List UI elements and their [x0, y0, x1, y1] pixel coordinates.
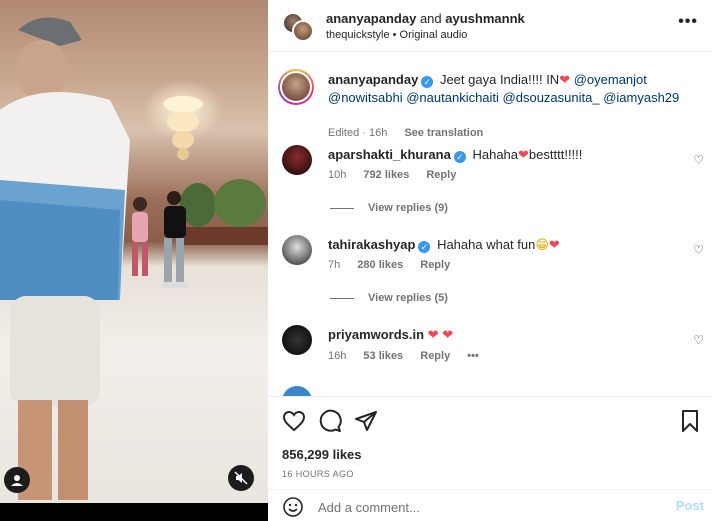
like-comment-icon[interactable]: ♡ — [693, 333, 704, 347]
comments-list[interactable]: ananyapanday ✓ Jeet gaya India!!!! IN❤ @o… — [268, 53, 712, 396]
caption-time: 16h — [368, 127, 388, 139]
like-comment-icon[interactable]: ♡ — [693, 243, 704, 257]
mute-icon[interactable] — [228, 465, 254, 491]
username-link[interactable]: aparshakti_khurana — [328, 147, 451, 162]
see-translation-link[interactable]: See translation — [404, 127, 483, 139]
avatar[interactable] — [282, 325, 312, 355]
username-link[interactable]: ananyapanday — [328, 72, 418, 87]
heart-emoji-icon: ❤ — [442, 327, 454, 342]
comment-item: priyamwords.in ❤ ❤ 16h 53 likes Reply ••… — [268, 325, 712, 375]
avatar[interactable] — [282, 145, 312, 175]
username-link[interactable]: priyamwords.in — [328, 327, 424, 342]
action-bar — [282, 409, 702, 435]
view-replies-button[interactable]: View replies (9) — [330, 202, 448, 214]
add-comment-bar: Post — [268, 489, 712, 521]
comment-text: tahirakashyap ✓ Hahaha what fun😁❤ — [328, 237, 560, 253]
caption: ananyapanday ✓ Jeet gaya India!!!! IN❤ @o… — [268, 69, 712, 139]
emoji-smiley-icon[interactable] — [282, 496, 304, 518]
comment-time: 16h — [328, 350, 347, 362]
foreground-person — [0, 17, 130, 500]
post-timestamp: 16 HOURS AGO — [282, 469, 354, 479]
avatar[interactable] — [282, 235, 312, 265]
likes-count[interactable]: 53 likes — [363, 350, 403, 362]
comment-bubble-icon[interactable] — [318, 409, 342, 433]
heart-emoji-icon: ❤ — [518, 147, 529, 162]
verified-badge-icon: ✓ — [453, 151, 466, 163]
comment-time: 7h — [328, 259, 341, 271]
heart-emoji-icon: ❤ — [427, 327, 439, 342]
comment-text: priyamwords.in ❤ ❤ — [328, 326, 688, 344]
mention-link[interactable]: @nowitsabhi @nautankichaiti @dsouzasunit… — [328, 90, 679, 105]
chandelier-graphic — [163, 96, 203, 160]
caption-body: Jeet gaya India!!!! IN — [439, 72, 560, 87]
tagged-user-icon[interactable] — [4, 467, 30, 493]
post-video[interactable] — [0, 0, 268, 521]
post-comment-button[interactable]: Post — [676, 498, 704, 513]
grin-emoji-icon: 😁 — [535, 237, 549, 252]
post-footer: 856,299 likes 16 HOURS AGO Post — [268, 396, 712, 521]
share-send-icon[interactable] — [354, 409, 378, 433]
view-replies-button[interactable]: View replies (5) — [330, 292, 448, 304]
comment-meta: 7h 280 likes Reply — [328, 259, 450, 271]
collab-avatars[interactable] — [282, 12, 314, 42]
post-header: ananyapanday and ayushmannk thequickstyl… — [268, 0, 712, 52]
caption-meta: Edited · 16h See translation — [328, 127, 484, 139]
connector-text: and — [419, 11, 442, 26]
avatar[interactable] — [282, 386, 312, 396]
comment-time: 10h — [328, 169, 347, 181]
mention-link[interactable]: @oyemanjot — [574, 72, 647, 87]
caption-text: ananyapanday ✓ Jeet gaya India!!!! IN❤ @o… — [328, 71, 688, 107]
username-link[interactable]: ananyapanday — [326, 11, 416, 26]
bookmark-icon[interactable] — [678, 409, 702, 433]
more-horizontal-icon[interactable]: ••• — [678, 13, 698, 31]
like-heart-icon[interactable] — [282, 409, 306, 433]
comment-item: aparshakti_khurana ✓ Hahaha❤bestttt!!!!! … — [268, 145, 712, 225]
edited-label: Edited — [328, 127, 360, 139]
likes-count[interactable]: 280 likes — [357, 259, 403, 271]
heart-emoji-icon: ❤ — [559, 72, 571, 87]
comment-input[interactable] — [318, 497, 618, 517]
reply-button[interactable]: Reply — [426, 169, 456, 181]
username-link[interactable]: tahirakashyap — [328, 237, 415, 252]
reply-button[interactable]: Reply — [420, 259, 450, 271]
heart-emoji-icon: ❤ — [548, 237, 560, 252]
verified-badge-icon: ✓ — [418, 241, 431, 253]
comment-meta: 16h 53 likes Reply ••• — [328, 350, 479, 362]
collab-usernames: ananyapanday and ayushmannk — [326, 11, 525, 26]
comment-meta: 10h 792 likes Reply — [328, 169, 456, 181]
likes-count[interactable]: 792 likes — [363, 169, 409, 181]
audio-subtitle[interactable]: thequickstyle • Original audio — [326, 29, 467, 41]
avatar — [292, 20, 314, 42]
comment-item-partial — [268, 386, 712, 396]
post-details-panel: ananyapanday and ayushmannk thequickstyl… — [268, 0, 712, 521]
like-comment-icon[interactable]: ♡ — [693, 153, 704, 167]
video-frame[interactable] — [0, 0, 268, 503]
reply-button[interactable]: Reply — [420, 350, 450, 362]
likes-count[interactable]: 856,299 likes — [282, 447, 362, 462]
avatar — [282, 73, 310, 101]
comment-options-button[interactable]: ••• — [467, 350, 479, 362]
comment-item: tahirakashyap ✓ Hahaha what fun😁❤ 7h 280 … — [268, 235, 712, 315]
verified-badge-icon: ✓ — [421, 76, 434, 88]
comment-text: aparshakti_khurana ✓ Hahaha❤bestttt!!!!! — [328, 147, 583, 163]
username-link[interactable]: ayushmannk — [445, 11, 524, 26]
story-ring-avatar[interactable] — [278, 69, 314, 105]
